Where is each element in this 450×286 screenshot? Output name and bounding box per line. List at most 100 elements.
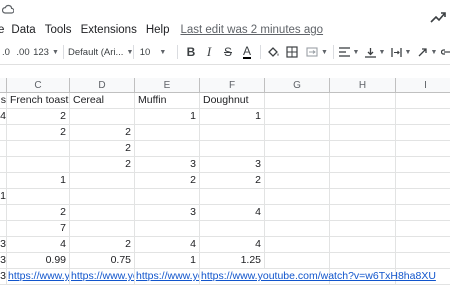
column-header-f[interactable]: F [200,78,265,93]
cell-d-5[interactable]: 2 [70,157,135,173]
stub-cell[interactable]: 1 [0,189,7,205]
cell-d-9[interactable] [70,221,135,237]
menu-extensions[interactable]: Extensions [81,24,137,36]
cell-e-10[interactable]: 4 [135,237,200,253]
column-header-i[interactable]: I [396,78,450,93]
cell-d-4[interactable]: 2 [70,141,135,157]
stub-cell[interactable] [0,141,7,157]
stub-cell[interactable]: 3 [0,253,7,269]
cell-e-7[interactable] [135,189,200,205]
cell-c-6[interactable]: 1 [7,173,70,189]
cell-e-1[interactable]: Muffin [135,93,200,109]
column-header-c[interactable]: C [7,78,70,93]
cell-d-7[interactable] [70,189,135,205]
cell-h-1[interactable] [330,93,396,109]
trending-up-icon[interactable] [430,11,446,23]
menu-tools[interactable]: Tools [45,24,72,36]
borders-button[interactable] [284,40,300,64]
column-header-g[interactable]: G [265,78,330,93]
cell-f-12[interactable]: https://www.youtube.com/watch?v=w6TxH8ha… [200,269,436,285]
cell-i-6[interactable] [396,173,450,189]
cell-f-3[interactable] [200,125,265,141]
stub-cell[interactable] [0,173,7,189]
cell-i-9[interactable] [396,221,450,237]
cell-g-7[interactable] [265,189,330,205]
cell-c-4[interactable] [7,141,70,157]
cell-c-5[interactable] [7,157,70,173]
cell-f-6[interactable]: 2 [200,173,265,189]
cell-c-12[interactable]: https://www.yout [7,269,70,285]
cell-h-9[interactable] [330,221,396,237]
cell-d-3[interactable]: 2 [70,125,135,141]
cell-d-1[interactable]: Cereal [70,93,135,109]
cell-e-3[interactable] [135,125,200,141]
cell-i-2[interactable] [396,109,450,125]
cell-h-2[interactable] [330,109,396,125]
bold-button[interactable]: B [183,40,199,64]
cell-g-5[interactable] [265,157,330,173]
stub-cell[interactable]: 4 [0,109,7,125]
cell-c-9[interactable]: 7 [7,221,70,237]
text-color-button[interactable]: A [239,40,255,64]
stub-cell[interactable] [0,157,7,173]
fill-color-button[interactable] [265,40,281,64]
menu-help[interactable]: Help [146,24,170,36]
cell-f-4[interactable] [200,141,265,157]
cell-h-5[interactable] [330,157,396,173]
cell-h-11[interactable] [330,253,396,269]
cell-c-11[interactable]: 0.99 [7,253,70,269]
cell-f-7[interactable] [200,189,265,205]
cell-h-7[interactable] [330,189,396,205]
cloud-saved-icon[interactable] [2,4,14,14]
cell-i-1[interactable] [396,93,450,109]
cell-f-2[interactable]: 1 [200,109,265,125]
stub-cell[interactable] [0,205,7,221]
cell-d-8[interactable] [70,205,135,221]
cell-c-10[interactable]: 4 [7,237,70,253]
stub-cell[interactable]: 3 [0,237,7,253]
decrease-decimal-button[interactable]: .0 [0,40,12,64]
font-size-select[interactable]: 10 ▼ [138,40,168,64]
column-header-e[interactable]: E [135,78,200,93]
strikethrough-button[interactable]: S [220,40,236,64]
cell-e-5[interactable]: 3 [135,157,200,173]
cell-g-9[interactable] [265,221,330,237]
cell-g-1[interactable] [265,93,330,109]
menu-data[interactable]: Data [11,24,35,36]
cell-i-3[interactable] [396,125,450,141]
cell-i-10[interactable] [396,237,450,253]
cell-g-4[interactable] [265,141,330,157]
stub-cell[interactable] [0,221,7,237]
cell-i-11[interactable] [396,253,450,269]
cell-f-5[interactable]: 3 [200,157,265,173]
cell-c-8[interactable]: 2 [7,205,70,221]
more-formats-button[interactable]: 123 ▼ [33,40,59,64]
cell-g-6[interactable] [265,173,330,189]
cell-h-10[interactable] [330,237,396,253]
cell-f-9[interactable] [200,221,265,237]
font-family-select[interactable]: Default (Ari... ▼ [68,40,140,64]
cell-d-2[interactable] [70,109,135,125]
text-wrap-button[interactable]: ▼ [389,40,413,64]
stub-cell[interactable] [0,125,7,141]
horizontal-align-button[interactable]: ▼ [337,40,361,64]
cell-g-3[interactable] [265,125,330,141]
stub-cell[interactable]: s [0,93,7,109]
cell-f-11[interactable]: 1.25 [200,253,265,269]
cell-d-12[interactable]: https://www.yout [70,269,135,285]
cell-c-3[interactable]: 2 [7,125,70,141]
cell-i-7[interactable] [396,189,450,205]
cell-e-4[interactable] [135,141,200,157]
cell-e-6[interactable]: 2 [135,173,200,189]
cell-e-11[interactable]: 1 [135,253,200,269]
cell-g-2[interactable] [265,109,330,125]
cell-f-8[interactable]: 4 [200,205,265,221]
cell-i-4[interactable] [396,141,450,157]
cell-h-4[interactable] [330,141,396,157]
cell-h-8[interactable] [330,205,396,221]
cell-e-12[interactable]: https://www.yout [135,269,200,285]
merge-cells-button[interactable]: ▼ [304,40,330,64]
cell-f-1[interactable]: Doughnut [200,93,265,109]
cell-d-11[interactable]: 0.75 [70,253,135,269]
cell-i-5[interactable] [396,157,450,173]
